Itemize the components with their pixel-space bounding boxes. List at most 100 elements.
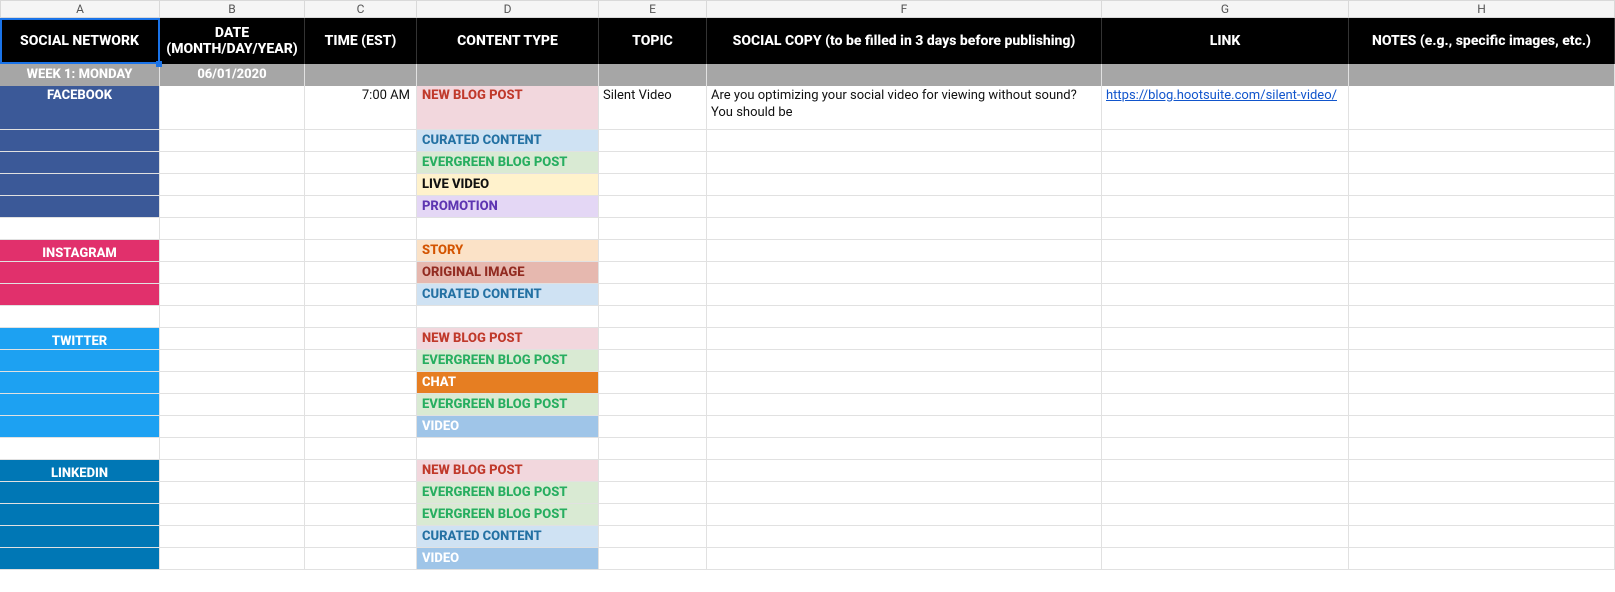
time-cell[interactable] — [305, 218, 417, 240]
date-cell[interactable] — [160, 262, 305, 284]
date-cell[interactable] — [160, 328, 305, 350]
social-copy-cell[interactable] — [707, 152, 1102, 174]
date-cell[interactable] — [160, 372, 305, 394]
content-type-cell[interactable]: NEW BLOG POST — [417, 86, 599, 130]
time-cell[interactable] — [305, 460, 417, 482]
network-cell[interactable] — [0, 438, 160, 460]
topic-cell[interactable] — [599, 548, 707, 570]
topic-cell[interactable] — [599, 152, 707, 174]
time-cell[interactable] — [305, 196, 417, 218]
time-cell[interactable] — [305, 394, 417, 416]
topic-cell[interactable] — [599, 482, 707, 504]
spreadsheet-grid[interactable]: ABCDEFGHSOCIAL NETWORKDATE (MONTH/DAY/YE… — [0, 0, 1615, 570]
notes-cell[interactable] — [1349, 262, 1615, 284]
notes-cell[interactable] — [1349, 394, 1615, 416]
network-instagram[interactable] — [0, 262, 160, 284]
column-header[interactable]: D — [417, 0, 599, 18]
column-header[interactable]: C — [305, 0, 417, 18]
header-cell[interactable]: CONTENT TYPE — [417, 18, 599, 64]
date-cell[interactable] — [160, 86, 305, 130]
social-copy-cell[interactable] — [707, 504, 1102, 526]
content-type-cell[interactable]: CURATED CONTENT — [417, 526, 599, 548]
time-cell[interactable] — [305, 262, 417, 284]
notes-cell[interactable] — [1349, 284, 1615, 306]
topic-cell[interactable] — [599, 526, 707, 548]
topic-cell[interactable] — [599, 306, 707, 328]
content-type-cell[interactable]: NEW BLOG POST — [417, 328, 599, 350]
time-cell[interactable] — [305, 372, 417, 394]
header-cell[interactable]: NOTES (e.g., specific images, etc.) — [1349, 18, 1615, 64]
time-cell[interactable] — [305, 548, 417, 570]
social-copy-cell[interactable] — [707, 394, 1102, 416]
network-facebook[interactable] — [0, 152, 160, 174]
social-copy-cell[interactable] — [707, 196, 1102, 218]
network-linkedin[interactable]: LINKEDIN — [0, 460, 160, 482]
date-cell[interactable] — [160, 130, 305, 152]
link-cell[interactable] — [1102, 350, 1349, 372]
social-copy-cell[interactable] — [707, 548, 1102, 570]
date-cell[interactable] — [160, 548, 305, 570]
link-cell[interactable] — [1102, 328, 1349, 350]
week-row-cell[interactable] — [1102, 64, 1349, 86]
date-cell[interactable] — [160, 526, 305, 548]
date-cell[interactable] — [160, 482, 305, 504]
content-type-cell[interactable]: PROMOTION — [417, 196, 599, 218]
topic-cell[interactable] — [599, 130, 707, 152]
topic-cell[interactable] — [599, 174, 707, 196]
date-cell[interactable] — [160, 438, 305, 460]
link-cell[interactable] — [1102, 284, 1349, 306]
date-cell[interactable] — [160, 416, 305, 438]
column-header[interactable]: E — [599, 0, 707, 18]
content-type-cell[interactable]: CURATED CONTENT — [417, 284, 599, 306]
week-row-cell[interactable] — [417, 64, 599, 86]
notes-cell[interactable] — [1349, 152, 1615, 174]
social-copy-cell[interactable] — [707, 460, 1102, 482]
network-facebook[interactable] — [0, 196, 160, 218]
topic-cell[interactable] — [599, 240, 707, 262]
notes-cell[interactable] — [1349, 482, 1615, 504]
network-instagram[interactable] — [0, 284, 160, 306]
network-facebook[interactable]: FACEBOOK — [0, 86, 160, 130]
link[interactable]: https://blog.hootsuite.com/silent-video/ — [1106, 88, 1337, 105]
time-cell[interactable] — [305, 526, 417, 548]
link-cell[interactable] — [1102, 196, 1349, 218]
content-type-cell[interactable]: EVERGREEN BLOG POST — [417, 350, 599, 372]
content-type-cell[interactable]: NEW BLOG POST — [417, 460, 599, 482]
date-cell[interactable] — [160, 350, 305, 372]
topic-cell[interactable] — [599, 394, 707, 416]
link-cell[interactable] — [1102, 218, 1349, 240]
notes-cell[interactable] — [1349, 504, 1615, 526]
social-copy-cell[interactable] — [707, 130, 1102, 152]
week-row-cell[interactable]: WEEK 1: MONDAY — [0, 64, 160, 86]
notes-cell[interactable] — [1349, 196, 1615, 218]
notes-cell[interactable] — [1349, 526, 1615, 548]
topic-cell[interactable] — [599, 438, 707, 460]
column-header[interactable]: A — [0, 0, 160, 18]
network-linkedin[interactable] — [0, 482, 160, 504]
notes-cell[interactable] — [1349, 328, 1615, 350]
week-row-cell[interactable]: 06/01/2020 — [160, 64, 305, 86]
header-cell[interactable]: TIME (EST) — [305, 18, 417, 64]
network-facebook[interactable] — [0, 130, 160, 152]
link-cell[interactable] — [1102, 548, 1349, 570]
social-copy-cell[interactable] — [707, 438, 1102, 460]
week-row-cell[interactable] — [1349, 64, 1615, 86]
content-type-cell[interactable]: EVERGREEN BLOG POST — [417, 152, 599, 174]
topic-cell[interactable] — [599, 262, 707, 284]
network-twitter[interactable]: TWITTER — [0, 328, 160, 350]
topic-cell[interactable] — [599, 196, 707, 218]
social-copy-cell[interactable] — [707, 306, 1102, 328]
week-row-cell[interactable] — [707, 64, 1102, 86]
header-cell[interactable]: DATE (MONTH/DAY/YEAR) — [160, 18, 305, 64]
social-copy-cell[interactable] — [707, 372, 1102, 394]
network-instagram[interactable]: INSTAGRAM — [0, 240, 160, 262]
content-type-cell[interactable]: EVERGREEN BLOG POST — [417, 504, 599, 526]
topic-cell[interactable] — [599, 218, 707, 240]
content-type-cell[interactable]: STORY — [417, 240, 599, 262]
time-cell[interactable]: 7:00 AM — [305, 86, 417, 130]
date-cell[interactable] — [160, 460, 305, 482]
link-cell[interactable] — [1102, 130, 1349, 152]
column-header[interactable]: B — [160, 0, 305, 18]
time-cell[interactable] — [305, 174, 417, 196]
time-cell[interactable] — [305, 416, 417, 438]
